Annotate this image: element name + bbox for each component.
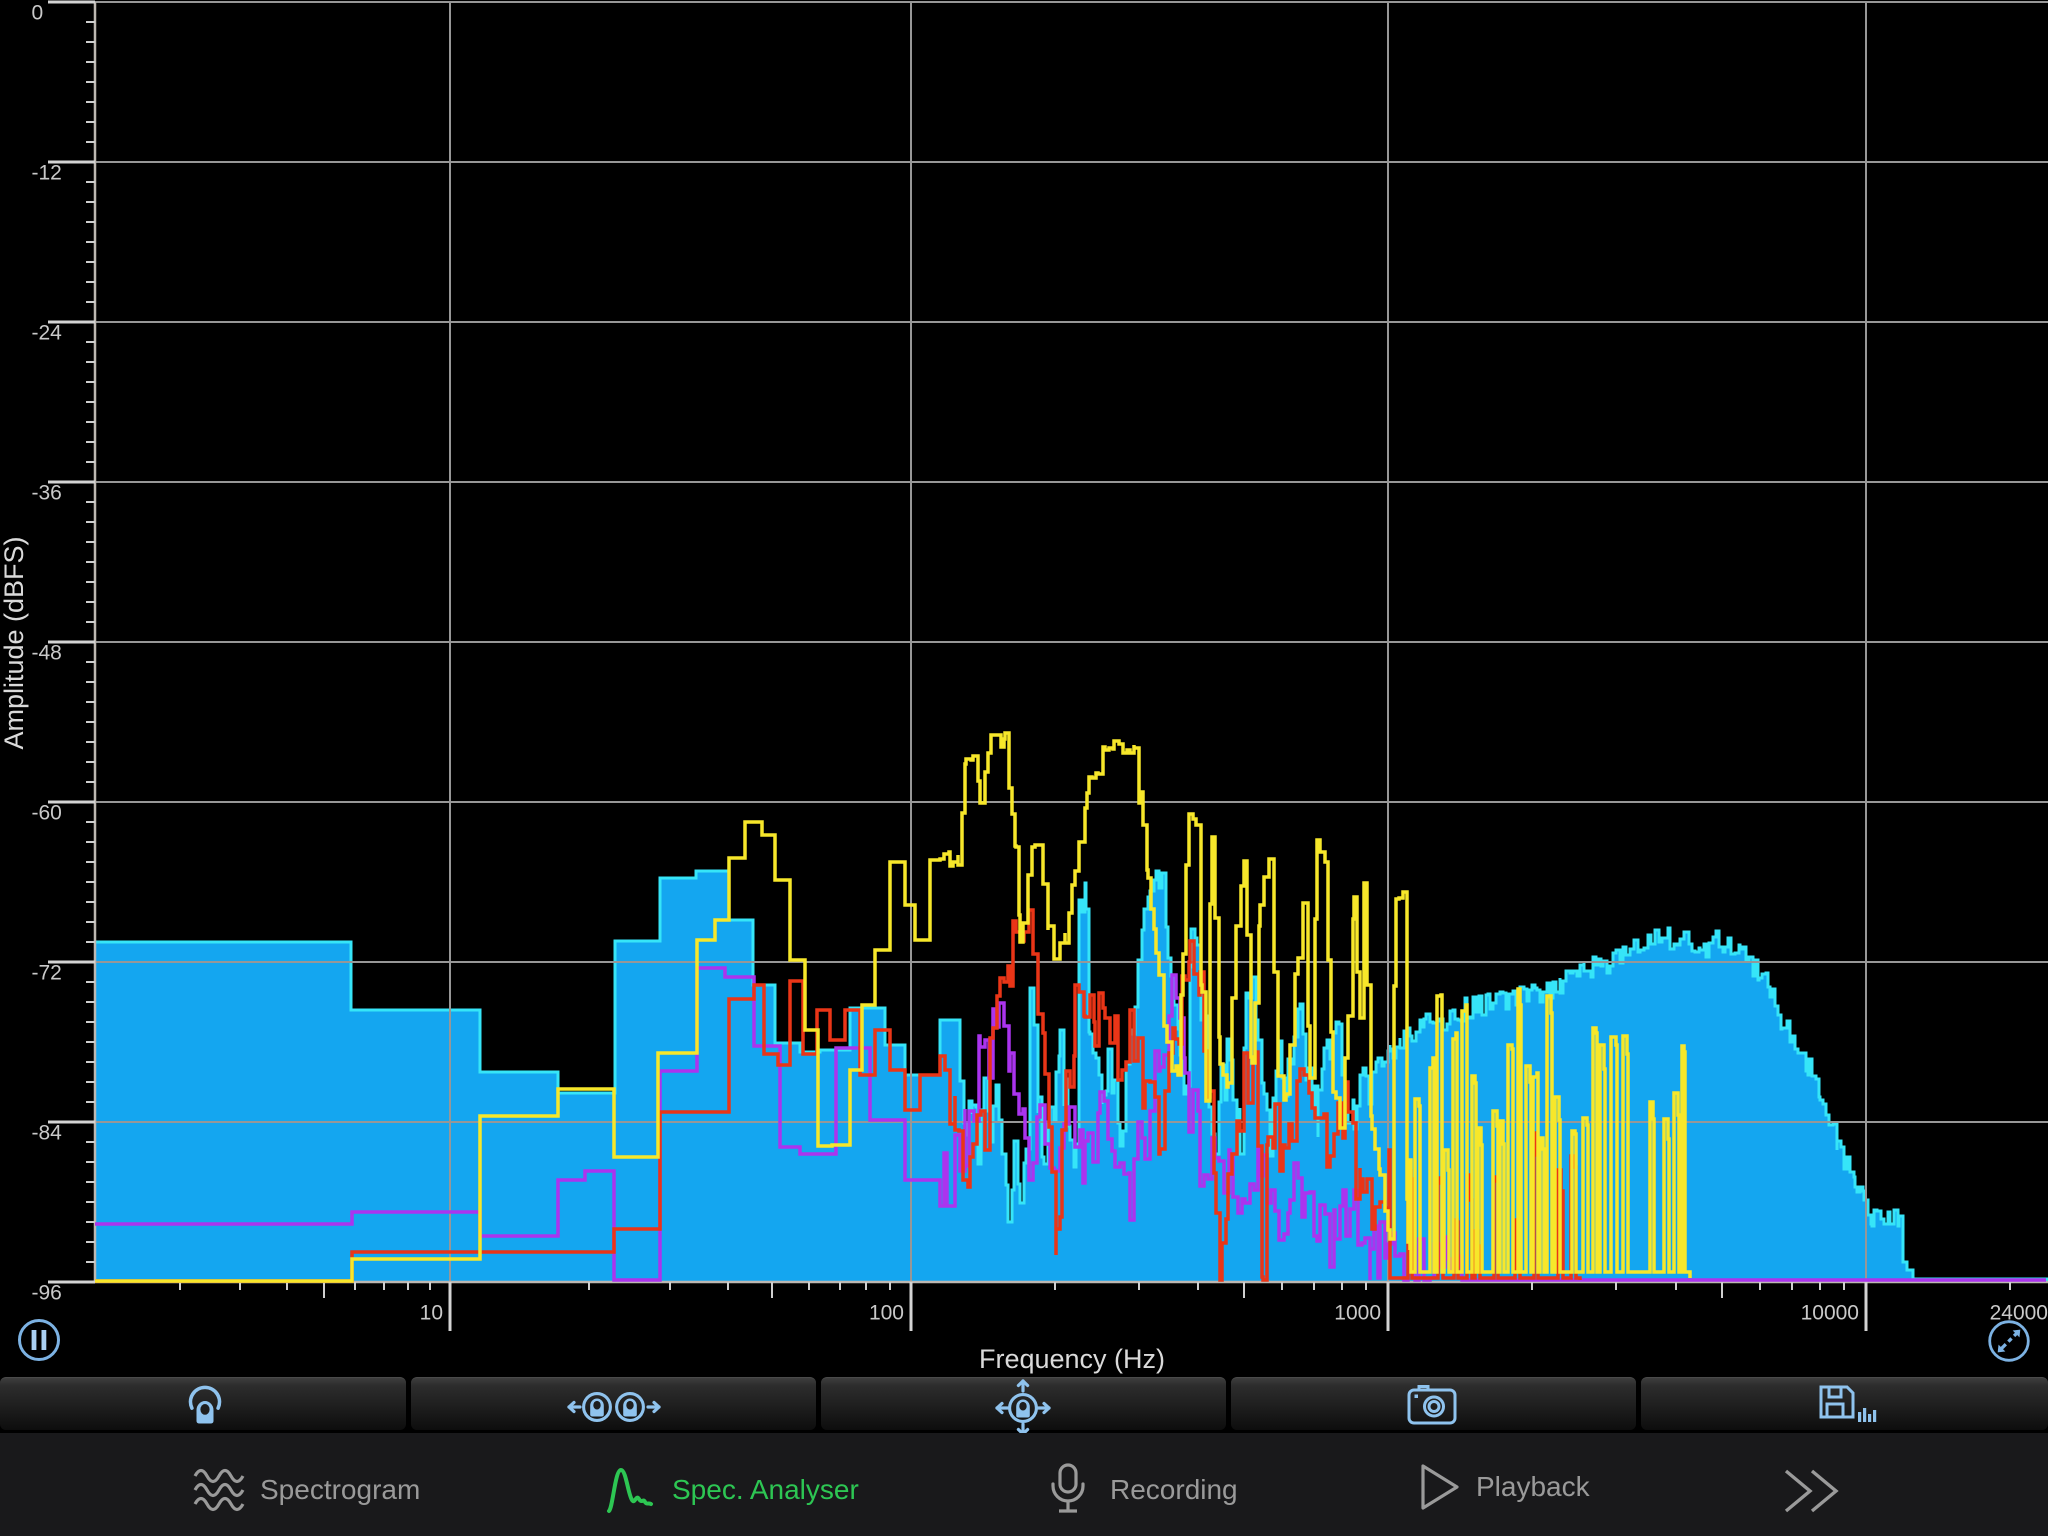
svg-text:Amplitude (dBFS): Amplitude (dBFS) xyxy=(0,536,29,749)
svg-text:-48: -48 xyxy=(32,642,62,665)
svg-text:-84: -84 xyxy=(32,1122,63,1145)
svg-text:-12: -12 xyxy=(32,162,62,185)
svg-text:100: 100 xyxy=(869,1302,904,1325)
svg-text:-72: -72 xyxy=(32,962,62,985)
svg-text:Frequency (Hz): Frequency (Hz) xyxy=(979,1344,1165,1374)
svg-text:-60: -60 xyxy=(32,802,62,825)
svg-text:1000: 1000 xyxy=(1334,1302,1381,1325)
svg-text:0: 0 xyxy=(32,2,44,25)
svg-text:-96: -96 xyxy=(32,1282,62,1305)
svg-text:10000: 10000 xyxy=(1801,1302,1859,1325)
svg-text:-36: -36 xyxy=(32,482,62,505)
svg-text:-24: -24 xyxy=(32,322,63,345)
svg-text:24000: 24000 xyxy=(1990,1302,2048,1325)
svg-text:10: 10 xyxy=(420,1302,443,1325)
